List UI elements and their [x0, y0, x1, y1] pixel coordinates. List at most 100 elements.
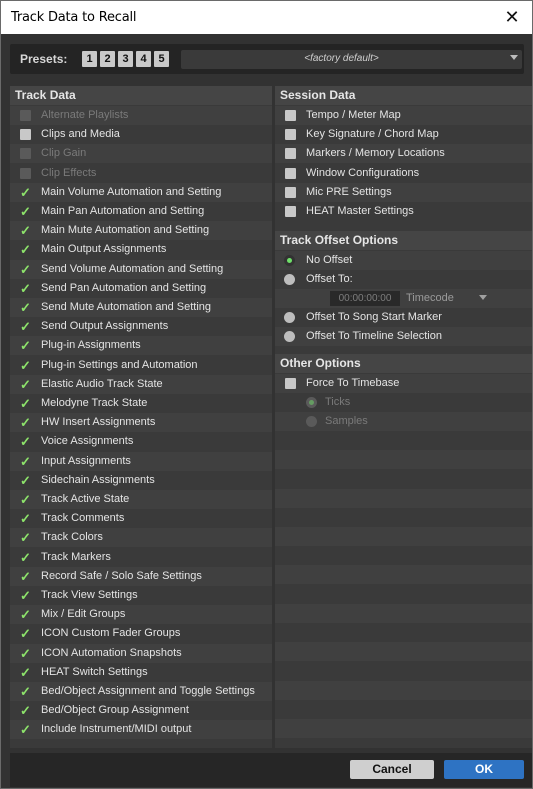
no-offset-radio[interactable] — [284, 255, 295, 266]
option-row[interactable]: Clips and Media — [10, 125, 272, 144]
samples-radio[interactable] — [306, 416, 317, 427]
checkbox[interactable] — [285, 129, 296, 141]
option-row[interactable]: ✓ Include Instrument/MIDI output — [10, 720, 272, 740]
option-row[interactable]: Markers / Memory Locations — [275, 144, 532, 164]
timecode-format-dropdown[interactable]: Timecode — [403, 291, 493, 306]
preset-dropdown[interactable]: <factory default> — [181, 50, 522, 69]
preset-3-button[interactable]: 3 — [118, 51, 133, 67]
option-row[interactable]: ✓ Track Comments — [10, 509, 272, 528]
checkmark-icon[interactable]: ✓ — [20, 356, 32, 375]
option-row[interactable]: ✓ Main Volume Automation and Setting — [10, 182, 272, 202]
checkbox[interactable] — [285, 167, 296, 179]
option-row[interactable]: ✓ Record Safe / Solo Safe Settings — [10, 566, 272, 586]
checkmark-icon[interactable]: ✓ — [20, 720, 32, 739]
option-row[interactable]: ✓ HEAT Switch Settings — [10, 663, 272, 682]
preset-4-button[interactable]: 4 — [136, 51, 151, 67]
checkmark-icon[interactable]: ✓ — [20, 548, 32, 567]
checkmark-icon[interactable]: ✓ — [20, 375, 32, 394]
option-row[interactable]: HEAT Master Settings — [275, 202, 532, 221]
checkmark-icon[interactable]: ✓ — [20, 567, 32, 586]
option-row[interactable]: ✓ Send Volume Automation and Setting — [10, 259, 272, 279]
timeline-selection-option[interactable]: Offset To Timeline Selection — [275, 327, 532, 346]
option-row[interactable]: ✓ Melodyne Track State — [10, 394, 272, 413]
option-row[interactable]: ✓ Main Pan Automation and Setting — [10, 202, 272, 221]
force-timebase-option[interactable]: Force To Timebase — [275, 374, 532, 393]
option-row[interactable]: ✓ ICON Custom Fader Groups — [10, 624, 272, 643]
checkmark-icon[interactable]: ✓ — [20, 586, 32, 605]
option-row[interactable]: ✓ Plug-in Settings and Automation — [10, 356, 272, 375]
song-start-radio[interactable] — [284, 312, 295, 323]
offset-to-option[interactable]: Offset To: — [275, 270, 532, 289]
option-row[interactable]: ✓ ICON Automation Snapshots — [10, 643, 272, 663]
checkmark-icon[interactable]: ✓ — [20, 682, 32, 701]
option-row[interactable]: ✓ Track Active State — [10, 490, 272, 509]
checkmark-icon[interactable]: ✓ — [20, 279, 32, 298]
song-start-option[interactable]: Offset To Song Start Marker — [275, 308, 532, 327]
option-row[interactable]: ✓ Track Colors — [10, 528, 272, 548]
checkbox[interactable] — [285, 186, 296, 198]
checkmark-icon[interactable]: ✓ — [20, 240, 32, 259]
checkmark-icon[interactable]: ✓ — [20, 221, 32, 240]
checkmark-icon[interactable]: ✓ — [20, 260, 32, 279]
option-row[interactable]: ✓ Send Mute Automation and Setting — [10, 298, 272, 317]
checkmark-icon[interactable]: ✓ — [20, 202, 32, 221]
checkmark-icon[interactable]: ✓ — [20, 490, 32, 509]
checkmark-icon[interactable]: ✓ — [20, 394, 32, 413]
checkmark-icon[interactable]: ✓ — [20, 663, 32, 682]
timecode-field[interactable]: 00:00:00:00 — [330, 291, 400, 306]
no-offset-option[interactable]: No Offset — [275, 251, 532, 270]
checkmark-icon[interactable]: ✓ — [20, 644, 32, 663]
checkmark-icon[interactable]: ✓ — [20, 624, 32, 643]
checkbox[interactable] — [285, 110, 296, 121]
checkmark-icon[interactable]: ✓ — [20, 471, 32, 490]
checkmark-icon[interactable]: ✓ — [20, 605, 32, 624]
option-row[interactable]: ✓ Main Mute Automation and Setting — [10, 221, 272, 241]
option-row[interactable]: ✓ Sidechain Assignments — [10, 471, 272, 490]
checkmark-icon[interactable]: ✓ — [20, 452, 32, 471]
checkbox[interactable] — [285, 206, 296, 217]
close-icon[interactable]: ✕ — [492, 1, 532, 34]
preset-5-button[interactable]: 5 — [154, 51, 169, 67]
option-row[interactable]: ✓ Bed/Object Group Assignment — [10, 701, 272, 720]
option-row[interactable]: ✓ Voice Assignments — [10, 432, 272, 451]
option-row[interactable]: Window Configurations — [275, 164, 532, 183]
option-row[interactable]: ✓ Send Output Assignments — [10, 317, 272, 336]
ticks-option[interactable]: Ticks — [275, 393, 532, 412]
preset-1-button[interactable]: 1 — [82, 51, 97, 67]
window-title: Track Data to Recall — [11, 10, 137, 25]
checkmark-icon[interactable]: ✓ — [20, 701, 32, 720]
checkbox[interactable] — [285, 148, 296, 160]
checkmark-icon[interactable]: ✓ — [20, 509, 32, 528]
cancel-button[interactable]: Cancel — [350, 760, 434, 779]
option-label: Clip Gain — [41, 147, 87, 160]
samples-option[interactable]: Samples — [275, 412, 532, 431]
offset-to-radio[interactable] — [284, 274, 295, 285]
checkmark-icon[interactable]: ✓ — [20, 298, 32, 317]
checkmark-icon[interactable]: ✓ — [20, 183, 32, 202]
option-row[interactable]: Key Signature / Chord Map — [275, 125, 532, 144]
checkmark-icon[interactable]: ✓ — [20, 336, 32, 355]
option-row[interactable]: ✓ Send Pan Automation and Setting — [10, 279, 272, 298]
option-row[interactable]: ✓ Input Assignments — [10, 451, 272, 471]
checkmark-icon[interactable]: ✓ — [20, 432, 32, 451]
checkmark-icon[interactable]: ✓ — [20, 413, 32, 432]
option-row[interactable]: ✓ Plug-in Assignments — [10, 336, 272, 356]
option-row[interactable]: ✓ Track View Settings — [10, 586, 272, 605]
preset-2-button[interactable]: 2 — [100, 51, 115, 67]
option-row[interactable]: ✓ Bed/Object Assignment and Toggle Settin… — [10, 682, 272, 701]
track-data-dialog: Track Data to Recall ✕ Presets: 1 2 3 4 … — [0, 0, 533, 789]
checkbox[interactable] — [20, 129, 31, 141]
option-row[interactable]: ✓ Elastic Audio Track State — [10, 374, 272, 394]
option-row[interactable]: Tempo / Meter Map — [275, 106, 532, 125]
option-row[interactable]: ✓ Mix / Edit Groups — [10, 605, 272, 625]
ticks-radio[interactable] — [306, 397, 317, 408]
force-timebase-checkbox[interactable] — [285, 378, 296, 389]
timeline-selection-radio[interactable] — [284, 331, 295, 342]
ok-button[interactable]: OK — [444, 760, 524, 779]
option-row[interactable]: Mic PRE Settings — [275, 182, 532, 202]
option-row[interactable]: ✓ HW Insert Assignments — [10, 413, 272, 433]
option-row[interactable]: ✓ Main Output Assignments — [10, 240, 272, 259]
checkmark-icon[interactable]: ✓ — [20, 528, 32, 547]
checkmark-icon[interactable]: ✓ — [20, 317, 32, 336]
option-row[interactable]: ✓ Track Markers — [10, 548, 272, 567]
